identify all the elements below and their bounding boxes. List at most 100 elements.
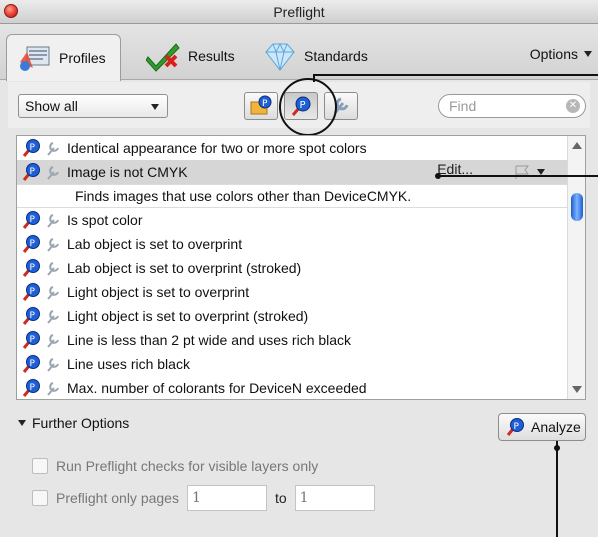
further-options-toggle[interactable]: Further Options (18, 415, 129, 431)
tab-results[interactable]: Results (146, 32, 235, 80)
check-label: Image is not CMYK (67, 164, 188, 180)
svg-text:P: P (30, 383, 36, 393)
find-placeholder: Find (449, 98, 477, 114)
check-label: Line is less than 2 pt wide and uses ric… (67, 332, 352, 348)
check-icon: P (21, 162, 43, 182)
check-label: Max. number of colorants for DeviceN exc… (67, 380, 367, 396)
analyze-magnifier-icon: P (506, 418, 524, 436)
check-list-row[interactable]: P Is spot color (17, 208, 585, 232)
options-label: Options (529, 46, 578, 62)
check-list-row[interactable]: P Max. number of colorants for DeviceN ex… (17, 376, 585, 399)
check-icon: P (21, 306, 43, 326)
pages-label: Preflight only pages (56, 490, 179, 506)
analyze-label: Analyze (531, 419, 581, 435)
pages-checkbox[interactable] (32, 490, 48, 506)
tab-standards-label: Standards (304, 48, 368, 64)
analyze-button[interactable]: P Analyze (498, 413, 586, 441)
svg-text:P: P (30, 335, 36, 345)
pages-option: Preflight only pages 1 to 1 (32, 485, 375, 511)
check-label: Identical appearance for two or more spo… (67, 140, 367, 156)
check-icon: P (21, 234, 43, 254)
wrench-icon (43, 210, 63, 230)
profiles-view-button[interactable]: P (244, 92, 278, 120)
callout-line (313, 74, 315, 82)
filter-select-value: Show all (25, 98, 78, 114)
filter-select[interactable]: Show all (18, 94, 168, 118)
check-list-row[interactable]: P Light object is set to overprint (17, 280, 585, 304)
svg-text:P: P (30, 167, 36, 177)
check-description: Finds images that use colors other than … (17, 184, 585, 208)
svg-text:P: P (30, 239, 36, 249)
svg-text:P: P (30, 311, 36, 321)
check-icon: P (21, 330, 43, 350)
pages-to-label: to (274, 490, 287, 506)
find-input[interactable]: Find ✕ (438, 94, 586, 118)
check-icon: P (21, 258, 43, 278)
disclosure-triangle-icon (18, 420, 26, 426)
wrench-icon (43, 258, 63, 278)
check-icon: P (21, 210, 43, 230)
check-list-row[interactable]: P Identical appearance for two or more sp… (17, 136, 585, 160)
title-bar: Preflight (0, 0, 598, 24)
profiles-icon (20, 46, 50, 71)
preflight-window: Preflight Profiles Results Standards Opt… (0, 0, 598, 537)
profile-folder-icon: P (250, 95, 272, 115)
callout-dot (435, 173, 441, 179)
callout-line (556, 441, 558, 537)
svg-text:P: P (30, 359, 36, 369)
svg-text:P: P (30, 215, 36, 225)
svg-text:P: P (30, 143, 36, 153)
scroll-down-icon[interactable] (572, 386, 582, 393)
callout-dot (554, 445, 560, 451)
svg-text:P: P (30, 263, 36, 273)
wrench-icon (43, 354, 63, 374)
check-list-row[interactable]: P Lab object is set to overprint (stroked… (17, 256, 585, 280)
pages-to-field[interactable]: 1 (294, 485, 375, 511)
wrench-icon (43, 330, 63, 350)
tab-results-label: Results (188, 48, 235, 64)
scroll-thumb[interactable] (571, 193, 583, 221)
wrench-icon (43, 282, 63, 302)
visible-layers-option: Run Preflight checks for visible layers … (32, 458, 318, 474)
chevron-down-icon (151, 104, 159, 110)
wrench-icon (43, 162, 63, 182)
check-list-row[interactable]: P Lab object is set to overprint (17, 232, 585, 256)
standards-diamond-icon (265, 42, 295, 71)
further-options-label: Further Options (32, 415, 130, 431)
check-label: Light object is set to overprint (stroke… (67, 308, 309, 324)
callout-circle (279, 78, 337, 136)
check-icon: P (21, 282, 43, 302)
check-icon: P (21, 354, 43, 374)
check-label: Is spot color (67, 212, 143, 228)
visible-layers-label: Run Preflight checks for visible layers … (56, 458, 319, 474)
check-label: Lab object is set to overprint (67, 236, 243, 252)
svg-text:P: P (514, 422, 520, 432)
pages-from-field[interactable]: 1 (186, 485, 267, 511)
flag-icon (515, 165, 529, 179)
check-list-row[interactable]: P Light object is set to overprint (strok… (17, 304, 585, 328)
check-list-row[interactable]: P Image is not CMYK Edit... (17, 160, 585, 184)
results-checkmark-icon (146, 43, 180, 72)
check-icon: P (21, 138, 43, 158)
window-title: Preflight (273, 4, 325, 20)
clear-search-icon[interactable]: ✕ (566, 99, 580, 113)
flag-dropdown[interactable] (513, 163, 559, 181)
check-label: Light object is set to overprint (67, 284, 250, 300)
check-list-row[interactable]: P Line uses rich black (17, 352, 585, 376)
callout-line (313, 74, 598, 76)
wrench-icon (43, 138, 63, 158)
tab-bar: Profiles Results Standards Options (0, 24, 598, 81)
tab-profiles-label: Profiles (59, 50, 106, 66)
svg-text:P: P (262, 99, 268, 109)
wrench-icon (43, 234, 63, 254)
callout-line (438, 175, 598, 177)
tab-profiles[interactable]: Profiles (6, 34, 121, 81)
wrench-icon (43, 306, 63, 326)
visible-layers-checkbox[interactable] (32, 458, 48, 474)
tab-standards[interactable]: Standards (262, 32, 368, 80)
options-chevron-icon (584, 51, 592, 57)
options-menu[interactable]: Options (530, 46, 592, 62)
scroll-up-icon[interactable] (572, 142, 582, 149)
check-list-row[interactable]: P Line is less than 2 pt wide and uses ri… (17, 328, 585, 352)
check-label: Lab object is set to overprint (stroked) (67, 260, 302, 276)
